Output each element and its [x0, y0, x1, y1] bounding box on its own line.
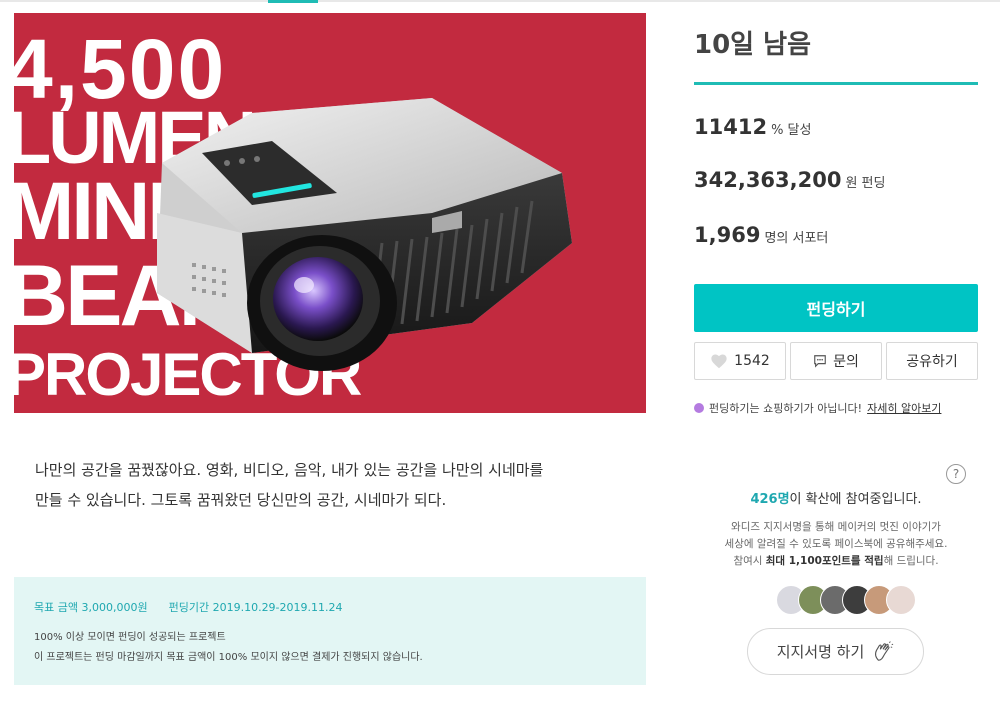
heart-icon: [711, 354, 727, 369]
spread-desc-line2: 세상에 알려질 수 있도록 페이스북에 공유해주세요.: [724, 538, 948, 550]
spread-desc-line1: 와디즈 지지서명을 통해 메이커의 멋진 이야기가: [731, 521, 941, 533]
spread-desc-prefix: 참여시: [733, 555, 766, 567]
goal-label: 목표 금액: [34, 601, 78, 614]
projector-illustration: [157, 98, 572, 371]
spread-status: 426명이 확산에 참여중입니다.: [694, 488, 978, 507]
active-tab-indicator: [268, 0, 318, 3]
supporter-avatars: [776, 585, 916, 617]
avatar: [886, 585, 916, 615]
goal-period-line: 목표 금액 3,000,000원 펀딩기간 2019.10.29-2019.11…: [34, 599, 343, 615]
days-left: 10일 남음: [694, 30, 811, 60]
stat-funded: 342,363,200 원 펀딩: [694, 168, 885, 192]
notice-text: 펀딩하기는 쇼핑하기가 아닙니다!: [709, 402, 863, 415]
payment-condition: 이 프로젝트는 펀딩 마감일까지 목표 금액이 100% 모이지 않으면 결제가…: [34, 652, 423, 663]
info-dot-icon: [694, 403, 704, 413]
goal-value: 3,000,000원: [81, 601, 148, 614]
hero-image: 4,500 LUMEN MINI BEAM PROJECTOR: [14, 13, 646, 413]
achieved-value: 11412: [694, 115, 768, 139]
stat-achieved: 11412% 달성: [694, 115, 811, 139]
period-value: 2019.10.29-2019.11.24: [212, 601, 343, 614]
fund-button[interactable]: 펀딩하기: [694, 284, 978, 332]
spread-desc-suffix: 해 드립니다.: [883, 555, 939, 567]
learn-more-link[interactable]: 자세히 알아보기: [867, 400, 941, 416]
like-button[interactable]: 1542: [694, 342, 786, 380]
progress-accent-line: [694, 82, 978, 85]
clap-icon: [875, 640, 894, 661]
spread-description: 와디즈 지지서명을 통해 메이커의 멋진 이야기가 세상에 알려질 수 있도록 …: [694, 519, 978, 570]
spread-desc-bold: 최대 1,100포인트를 적립: [765, 555, 884, 567]
funding-info-box: 목표 금액 3,000,000원 펀딩기간 2019.10.29-2019.11…: [14, 577, 646, 685]
spread-count: 426명: [750, 492, 790, 507]
supporters-unit: 명의 서포터: [764, 231, 829, 246]
project-description: 나만의 공간을 꿈꿨잖아요. 영화, 비디오, 음악, 내가 있는 공간을 나만…: [35, 455, 635, 515]
inquiry-label: 문의: [833, 354, 859, 370]
sign-support-button[interactable]: 지지서명 하기: [747, 628, 924, 675]
achieved-unit: % 달성: [771, 123, 812, 138]
top-divider: [0, 0, 1000, 2]
funding-notice: 펀딩하기는 쇼핑하기가 아닙니다! 자세히 알아보기: [694, 400, 941, 416]
share-button[interactable]: 공유하기: [886, 342, 978, 380]
spread-desc-line3: 참여시 최대 1,100포인트를 적립해 드립니다.: [694, 553, 978, 570]
description-line2: 만들 수 있습니다. 그토록 꿈꿔왔던 당신만의 공간, 시네마가 되다.: [35, 491, 447, 509]
description-line1: 나만의 공간을 꿈꿨잖아요. 영화, 비디오, 음악, 내가 있는 공간을 나만…: [35, 461, 544, 479]
spread-suffix: 이 확산에 참여중입니다.: [789, 492, 922, 507]
funded-unit: 원 펀딩: [845, 176, 886, 191]
help-icon[interactable]: ?: [946, 464, 966, 484]
stat-supporters: 1,969 명의 서포터: [694, 223, 828, 247]
funded-value: 342,363,200: [694, 168, 842, 192]
success-condition: 100% 이상 모이면 펀딩이 성공되는 프로젝트: [34, 632, 226, 643]
chat-icon: [814, 355, 826, 368]
like-count: 1542: [734, 353, 770, 369]
sign-support-label: 지지서명 하기: [776, 643, 865, 661]
inquiry-button[interactable]: 문의: [790, 342, 882, 380]
supporters-value: 1,969: [694, 223, 761, 247]
period-label: 펀딩기간: [168, 601, 210, 614]
